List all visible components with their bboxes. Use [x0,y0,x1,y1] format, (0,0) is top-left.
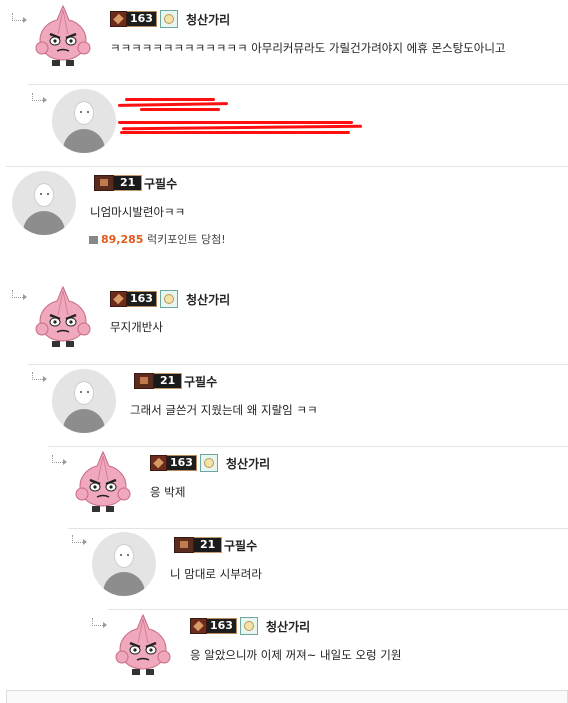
reply-arrow-icon [12,13,27,23]
guild-emblem-icon [159,290,178,308]
level-number: 163 [166,455,197,471]
comment-text: 응 박제 [150,485,186,499]
level-number: 21 [193,537,223,553]
reply-arrow-icon [32,372,47,382]
gift-icon [89,236,98,244]
comment-divider [28,84,568,85]
level-badge-icon [174,537,194,553]
comment-text: 무지개반사 [110,320,163,334]
lucky-points-value: 89,285 [101,233,144,246]
comment-text: 응 알았으니까 이제 꺼져~ 내일도 오렁 기원 [190,648,402,662]
comment-author[interactable]: 구필수 [144,175,177,192]
level-badge: 163 [110,290,178,308]
reply-arrow-icon [52,455,67,465]
level-badge: 163 [190,617,258,635]
level-number: 21 [113,175,143,191]
comment-text: 니엄마시발련아ㅋㅋ [90,205,186,219]
garlic-avatar[interactable] [110,613,176,679]
guild-emblem-icon [159,10,178,28]
level-badge: 163 [150,454,218,472]
guild-emblem-icon [199,454,218,472]
comment-author[interactable]: 청산가리 [266,618,310,635]
comment-divider [6,166,568,167]
level-badge: 163 [110,10,178,28]
lucky-points-label: 럭키포인트 당첨! [146,233,226,246]
comment-text: 니 맘대로 시부려라 [170,567,262,581]
level-badge-icon [134,373,154,389]
level-badge-icon [190,618,207,634]
comment-text: 그래서 글쓴거 지웠는데 왜 지랄임 ㅋㅋ [130,403,318,417]
comment-text: ㅋㅋㅋㅋㅋㅋㅋㅋㅋㅋㅋㅋㅋ 아무리커뮤라도 가릴건가려야지 에휴 몬스탕도아니고 [110,41,506,55]
comment-input-area[interactable] [6,690,568,703]
comment-divider [68,528,568,529]
comment-divider [28,364,568,365]
level-number: 163 [126,291,157,307]
garlic-avatar[interactable] [30,285,96,351]
comment-divider [108,609,568,610]
level-number: 21 [153,373,183,389]
guild-emblem-icon [239,617,258,635]
comment-author[interactable]: 구필수 [224,537,257,554]
level-badge-icon [94,175,114,191]
level-badge-icon [110,291,127,307]
level-badge: 21 [94,175,143,191]
garlic-avatar[interactable] [30,4,96,70]
level-badge: 21 [174,537,223,553]
reply-arrow-icon [92,618,107,628]
garlic-avatar[interactable] [70,450,136,516]
default-avatar[interactable] [52,89,116,153]
comment-author[interactable]: 청산가리 [226,455,270,472]
level-badge-icon [110,11,127,27]
comment-author[interactable]: 청산가리 [186,11,230,28]
level-number: 163 [206,618,237,634]
comment-author[interactable]: 구필수 [184,373,217,390]
reply-arrow-icon [72,535,87,545]
default-avatar[interactable] [12,171,76,235]
level-number: 163 [126,11,157,27]
reply-arrow-icon [12,290,27,300]
level-badge-icon [150,455,167,471]
level-badge: 21 [134,373,183,389]
reply-arrow-icon [32,93,47,103]
default-avatar[interactable] [92,532,156,596]
lucky-points-notice: 89,285 럭키포인트 당첨! [89,231,226,247]
comment-author[interactable]: 청산가리 [186,291,230,308]
default-avatar[interactable] [52,369,116,433]
comment-divider [48,446,568,447]
